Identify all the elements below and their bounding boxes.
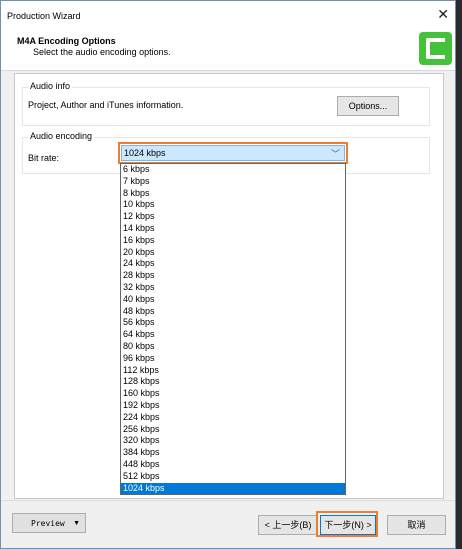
audio-encoding-legend: Audio encoding	[28, 131, 95, 141]
bitrate-option[interactable]: 96 kbps	[121, 353, 345, 365]
bitrate-option[interactable]: 80 kbps	[121, 341, 345, 353]
bitrate-option[interactable]: 56 kbps	[121, 317, 345, 329]
bitrate-option[interactable]: 256 kbps	[121, 424, 345, 436]
bitrate-option[interactable]: 10 kbps	[121, 199, 345, 211]
bitrate-option[interactable]: 320 kbps	[121, 435, 345, 447]
preview-button-label: Preview	[31, 519, 65, 528]
bitrate-option[interactable]: 32 kbps	[121, 282, 345, 294]
audio-info-description: Project, Author and iTunes information.	[28, 100, 184, 110]
next-button-highlight	[316, 511, 378, 537]
footer-divider	[1, 500, 455, 501]
title-bar: Production Wizard ✕	[1, 1, 455, 28]
bitrate-option[interactable]: 24 kbps	[121, 258, 345, 270]
bitrate-options-list[interactable]: 6 kbps 7 kbps 8 kbps 10 kbps 12 kbps 14 kbps 1…	[120, 163, 346, 495]
cancel-button[interactable]: 取消	[387, 515, 446, 535]
audio-info-legend: Audio info	[28, 81, 73, 91]
bitrate-label: Bit rate:	[28, 153, 60, 163]
bitrate-option[interactable]: 48 kbps	[121, 306, 345, 318]
bitrate-selected-value: 1024 kbps	[124, 148, 166, 158]
bitrate-option[interactable]: 512 kbps	[121, 471, 345, 483]
preview-button[interactable]: Preview ▼	[12, 513, 86, 533]
chevron-down-icon: ▼	[73, 520, 80, 527]
bitrate-option[interactable]: 7 kbps	[121, 176, 345, 188]
page-title: M4A Encoding Options	[17, 36, 116, 46]
bitrate-option[interactable]: 12 kbps	[121, 211, 345, 223]
back-button[interactable]: < 上一步(B)	[258, 515, 318, 535]
chevron-down-icon: ﹀	[330, 149, 340, 159]
camtasia-logo-icon	[419, 32, 452, 65]
bitrate-dropdown[interactable]: 1024 kbps ﹀	[121, 145, 345, 161]
window-title: Production Wizard	[7, 11, 81, 21]
wizard-header: M4A Encoding Options Select the audio en…	[1, 28, 455, 71]
bitrate-option[interactable]: 448 kbps	[121, 459, 345, 471]
bitrate-option[interactable]: 6 kbps	[121, 164, 345, 176]
audio-info-group: Audio info Project, Author and iTunes in…	[22, 81, 430, 126]
bitrate-option[interactable]: 40 kbps	[121, 294, 345, 306]
bitrate-option[interactable]: 14 kbps	[121, 223, 345, 235]
bitrate-option[interactable]: 384 kbps	[121, 447, 345, 459]
bitrate-option[interactable]: 224 kbps	[121, 412, 345, 424]
close-icon[interactable]: ✕	[437, 7, 449, 21]
bitrate-option[interactable]: 112 kbps	[121, 365, 345, 377]
bitrate-option[interactable]: 8 kbps	[121, 188, 345, 200]
page-subtitle: Select the audio encoding options.	[33, 47, 171, 57]
bitrate-option[interactable]: 192 kbps	[121, 400, 345, 412]
bitrate-option[interactable]: 160 kbps	[121, 388, 345, 400]
bitrate-option[interactable]: 20 kbps	[121, 247, 345, 259]
bitrate-option[interactable]: 64 kbps	[121, 329, 345, 341]
bitrate-option[interactable]: 128 kbps	[121, 376, 345, 388]
options-button[interactable]: Options...	[337, 96, 399, 116]
bitrate-option[interactable]: 28 kbps	[121, 270, 345, 282]
bitrate-option[interactable]: 16 kbps	[121, 235, 345, 247]
bitrate-option[interactable]: 1024 kbps	[121, 482, 345, 494]
